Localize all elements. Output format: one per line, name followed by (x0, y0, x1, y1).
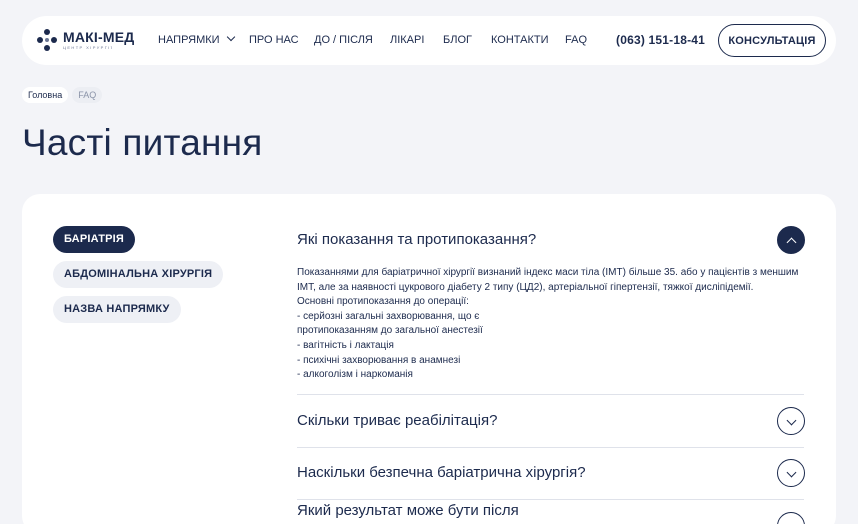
nav-item-doctors[interactable]: ЛІКАРІ (390, 34, 424, 47)
chevron-down-icon (786, 467, 797, 478)
faq-divider (297, 499, 804, 500)
faq-divider (297, 394, 804, 395)
site-header: МАКІ-МЕД ЦЕНТР ХІРУРГІЇ НАПРЯМКИ ПРО НАС… (22, 16, 836, 65)
consultation-button[interactable]: КОНСУЛЬТАЦІЯ (718, 24, 826, 57)
answer-line: - психічні захворювання в анамнезі (297, 354, 461, 366)
logo-subtitle: ЦЕНТР ХІРУРГІЇ (63, 44, 114, 50)
breadcrumb: Головна FAQ (22, 87, 103, 103)
faq-divider (297, 447, 804, 448)
chevron-up-icon (786, 237, 797, 248)
answer-line: протипоказанням до загальної анестезії (297, 325, 483, 337)
faq-card: БАРІАТРІЯ АБДОМІНАЛЬНА ХІРУРГІЯ НАЗВА НА… (22, 194, 836, 524)
category-direction-name[interactable]: НАЗВА НАПРЯМКУ (53, 296, 181, 323)
faq-collapse-button[interactable] (777, 226, 805, 254)
category-bariatria[interactable]: БАРІАТРІЯ (53, 226, 136, 253)
faq-question-1[interactable]: Які показання та протипоказання? (297, 231, 536, 249)
category-abdominal-surgery[interactable]: АБДОМІНАЛЬНА ХІРУРГІЯ (53, 261, 224, 288)
answer-line: - алкоголізм і наркоманія (297, 369, 413, 381)
faq-expand-button[interactable] (777, 512, 805, 524)
nav-item-about[interactable]: ПРО НАС (249, 34, 299, 47)
nav-item-contacts[interactable]: КОНТАКТИ (491, 34, 549, 47)
breadcrumb-home[interactable]: Головна (22, 87, 69, 103)
nav-item-blog[interactable]: БЛОГ (443, 34, 472, 47)
page-title: Часті питання (22, 122, 263, 163)
faq-answer-1: Показаннями для баріатричної хірургії ви… (297, 266, 799, 383)
faq-question-4[interactable]: Який результат може бути після (297, 502, 519, 520)
nav-item-napryamky[interactable]: НАПРЯМКИ (158, 32, 235, 47)
phone-link[interactable]: (063) 151-18-41 (616, 33, 705, 48)
chevron-down-icon (786, 415, 797, 426)
logo-mark-icon (37, 29, 57, 51)
chevron-down-icon (786, 520, 797, 524)
answer-line: - вагітність і лактація (297, 339, 394, 351)
faq-expand-button[interactable] (777, 407, 805, 435)
nav-item-label: НАПРЯМКИ (158, 34, 220, 46)
answer-line: Основні протипоказання до операції: (297, 296, 469, 308)
faq-question-3[interactable]: Наскільки безпечна баріатрична хірургія? (297, 464, 586, 482)
logo-name: МАКІ-МЕД (63, 28, 135, 45)
answer-line: - серйозні загальні захворювання, що є (297, 310, 480, 322)
chevron-down-icon (226, 32, 235, 42)
logo[interactable]: МАКІ-МЕД ЦЕНТР ХІРУРГІЇ (37, 29, 134, 51)
faq-question-2[interactable]: Скільки триває реабілітація? (297, 412, 497, 430)
breadcrumb-current: FAQ (72, 87, 103, 103)
answer-line: Показаннями для баріатричної хірургії ви… (297, 267, 799, 278)
faq-expand-button[interactable] (777, 459, 805, 487)
nav-item-before-after[interactable]: ДО / ПІСЛЯ (314, 34, 373, 47)
answer-line: ІМТ, але за наявності цукрового діабету … (297, 281, 754, 293)
nav-item-faq[interactable]: FAQ (565, 34, 587, 47)
